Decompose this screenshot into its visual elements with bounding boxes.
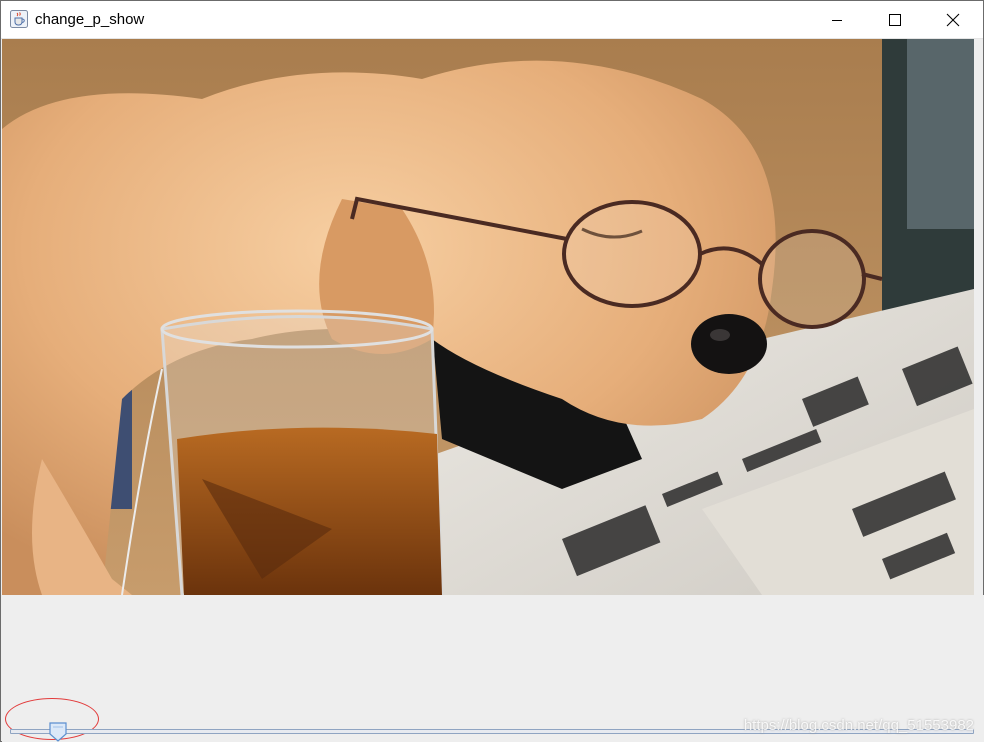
photo-illustration xyxy=(2,39,974,595)
close-icon xyxy=(946,13,960,26)
maximize-button[interactable] xyxy=(866,1,924,38)
app-window: change_p_show https://blog.csdn.net/qq_5… xyxy=(0,0,984,742)
slider-thumb[interactable] xyxy=(49,722,67,742)
minimize-icon xyxy=(832,19,842,21)
window-title: change_p_show xyxy=(35,11,145,28)
java-cup-icon xyxy=(10,10,28,28)
slider-panel: https://blog.csdn.net/qq_51553982 xyxy=(2,595,984,742)
watermark-text: https://blog.csdn.net/qq_51553982 xyxy=(743,717,974,734)
close-button[interactable] xyxy=(924,1,982,38)
minimize-button[interactable] xyxy=(808,1,866,38)
title-bar[interactable]: change_p_show xyxy=(1,1,983,39)
dog-photo xyxy=(2,39,974,595)
maximize-icon xyxy=(889,13,901,26)
